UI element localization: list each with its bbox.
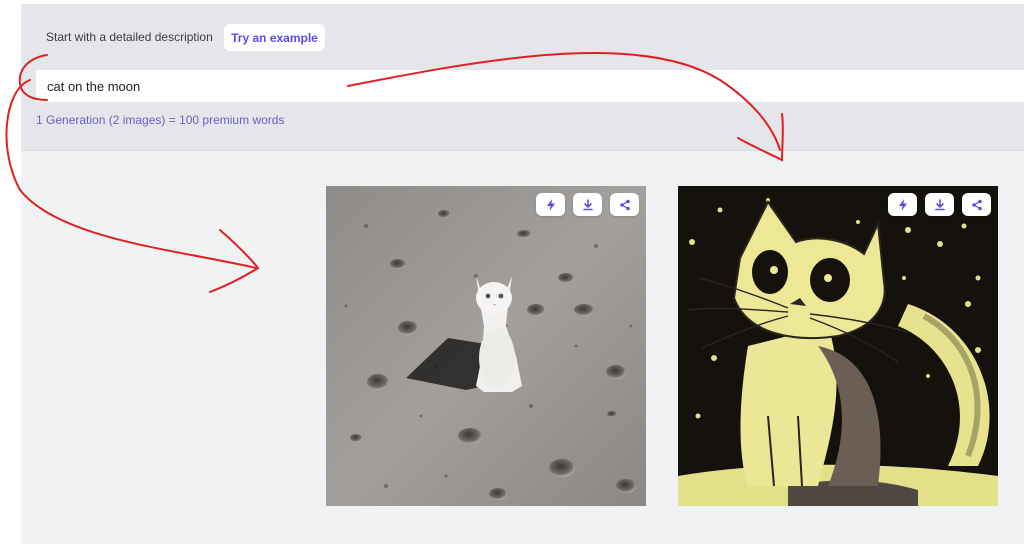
bolt-icon[interactable]: [888, 193, 917, 216]
result-image-1[interactable]: [326, 186, 646, 506]
moon-cat-illustration-image: [678, 186, 998, 506]
share-icon[interactable]: [610, 193, 639, 216]
prompt-input[interactable]: [36, 70, 1024, 102]
card-actions: [888, 193, 991, 216]
download-icon[interactable]: [925, 193, 954, 216]
download-icon[interactable]: [573, 193, 602, 216]
generation-cost-text: 1 Generation (2 images) = 100 premium wo…: [36, 113, 285, 127]
result-image-2[interactable]: [678, 186, 998, 506]
card-actions: [536, 193, 639, 216]
share-icon[interactable]: [962, 193, 991, 216]
moon-cat-photo-image: [326, 186, 646, 506]
try-example-button[interactable]: Try an example: [224, 24, 325, 51]
bolt-icon[interactable]: [536, 193, 565, 216]
prompt-hint: Start with a detailed description: [46, 30, 213, 44]
